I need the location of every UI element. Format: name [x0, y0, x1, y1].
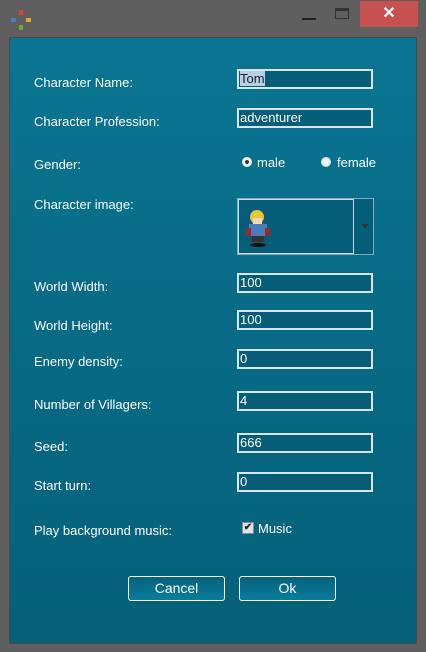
height-input[interactable]: 100 [237, 310, 373, 330]
checkmark-icon: ✔ [243, 522, 253, 533]
image-label: Character image: [34, 197, 134, 212]
name-value: Tom [240, 71, 265, 86]
width-label: World Width: [34, 279, 109, 294]
maximize-button[interactable] [335, 8, 349, 19]
profession-label: Character Profession: [34, 114, 160, 129]
name-label: Character Name: [34, 75, 133, 90]
music-label: Play background music: [34, 523, 173, 538]
gender-label: Gender: [34, 157, 81, 172]
music-checkbox-label[interactable]: Music [258, 521, 292, 536]
character-image-dropdown[interactable] [237, 198, 374, 255]
male-label[interactable]: male [257, 155, 285, 170]
close-icon: ✕ [382, 5, 396, 22]
female-label[interactable]: female [337, 155, 376, 170]
selected-sprite [238, 199, 354, 254]
height-label: World Height: [34, 318, 113, 333]
minimize-button[interactable] [302, 18, 316, 20]
app-compass-icon [10, 9, 32, 31]
enemy-label: Enemy density: [34, 354, 123, 369]
close-button[interactable]: ✕ [360, 1, 418, 27]
chevron-down-icon[interactable] [361, 224, 369, 228]
knight-sprite-icon [246, 210, 270, 247]
villagers-label: Number of Villagers: [34, 397, 152, 412]
profession-input[interactable]: adventurer [237, 108, 373, 128]
cancel-button[interactable]: Cancel [128, 576, 225, 601]
villagers-input[interactable]: 4 [237, 391, 373, 411]
male-radio[interactable] [242, 157, 252, 167]
music-checkbox[interactable]: ✔ [242, 522, 254, 534]
seed-input[interactable]: 666 [237, 433, 373, 453]
turn-input[interactable]: 0 [237, 472, 373, 492]
width-input[interactable]: 100 [237, 273, 373, 293]
seed-label: Seed: [34, 439, 68, 454]
female-radio[interactable] [321, 157, 331, 167]
name-input[interactable]: Tom [237, 69, 373, 89]
ok-button[interactable]: Ok [239, 576, 336, 601]
turn-label: Start turn: [34, 478, 92, 493]
enemy-input[interactable]: 0 [237, 349, 373, 369]
